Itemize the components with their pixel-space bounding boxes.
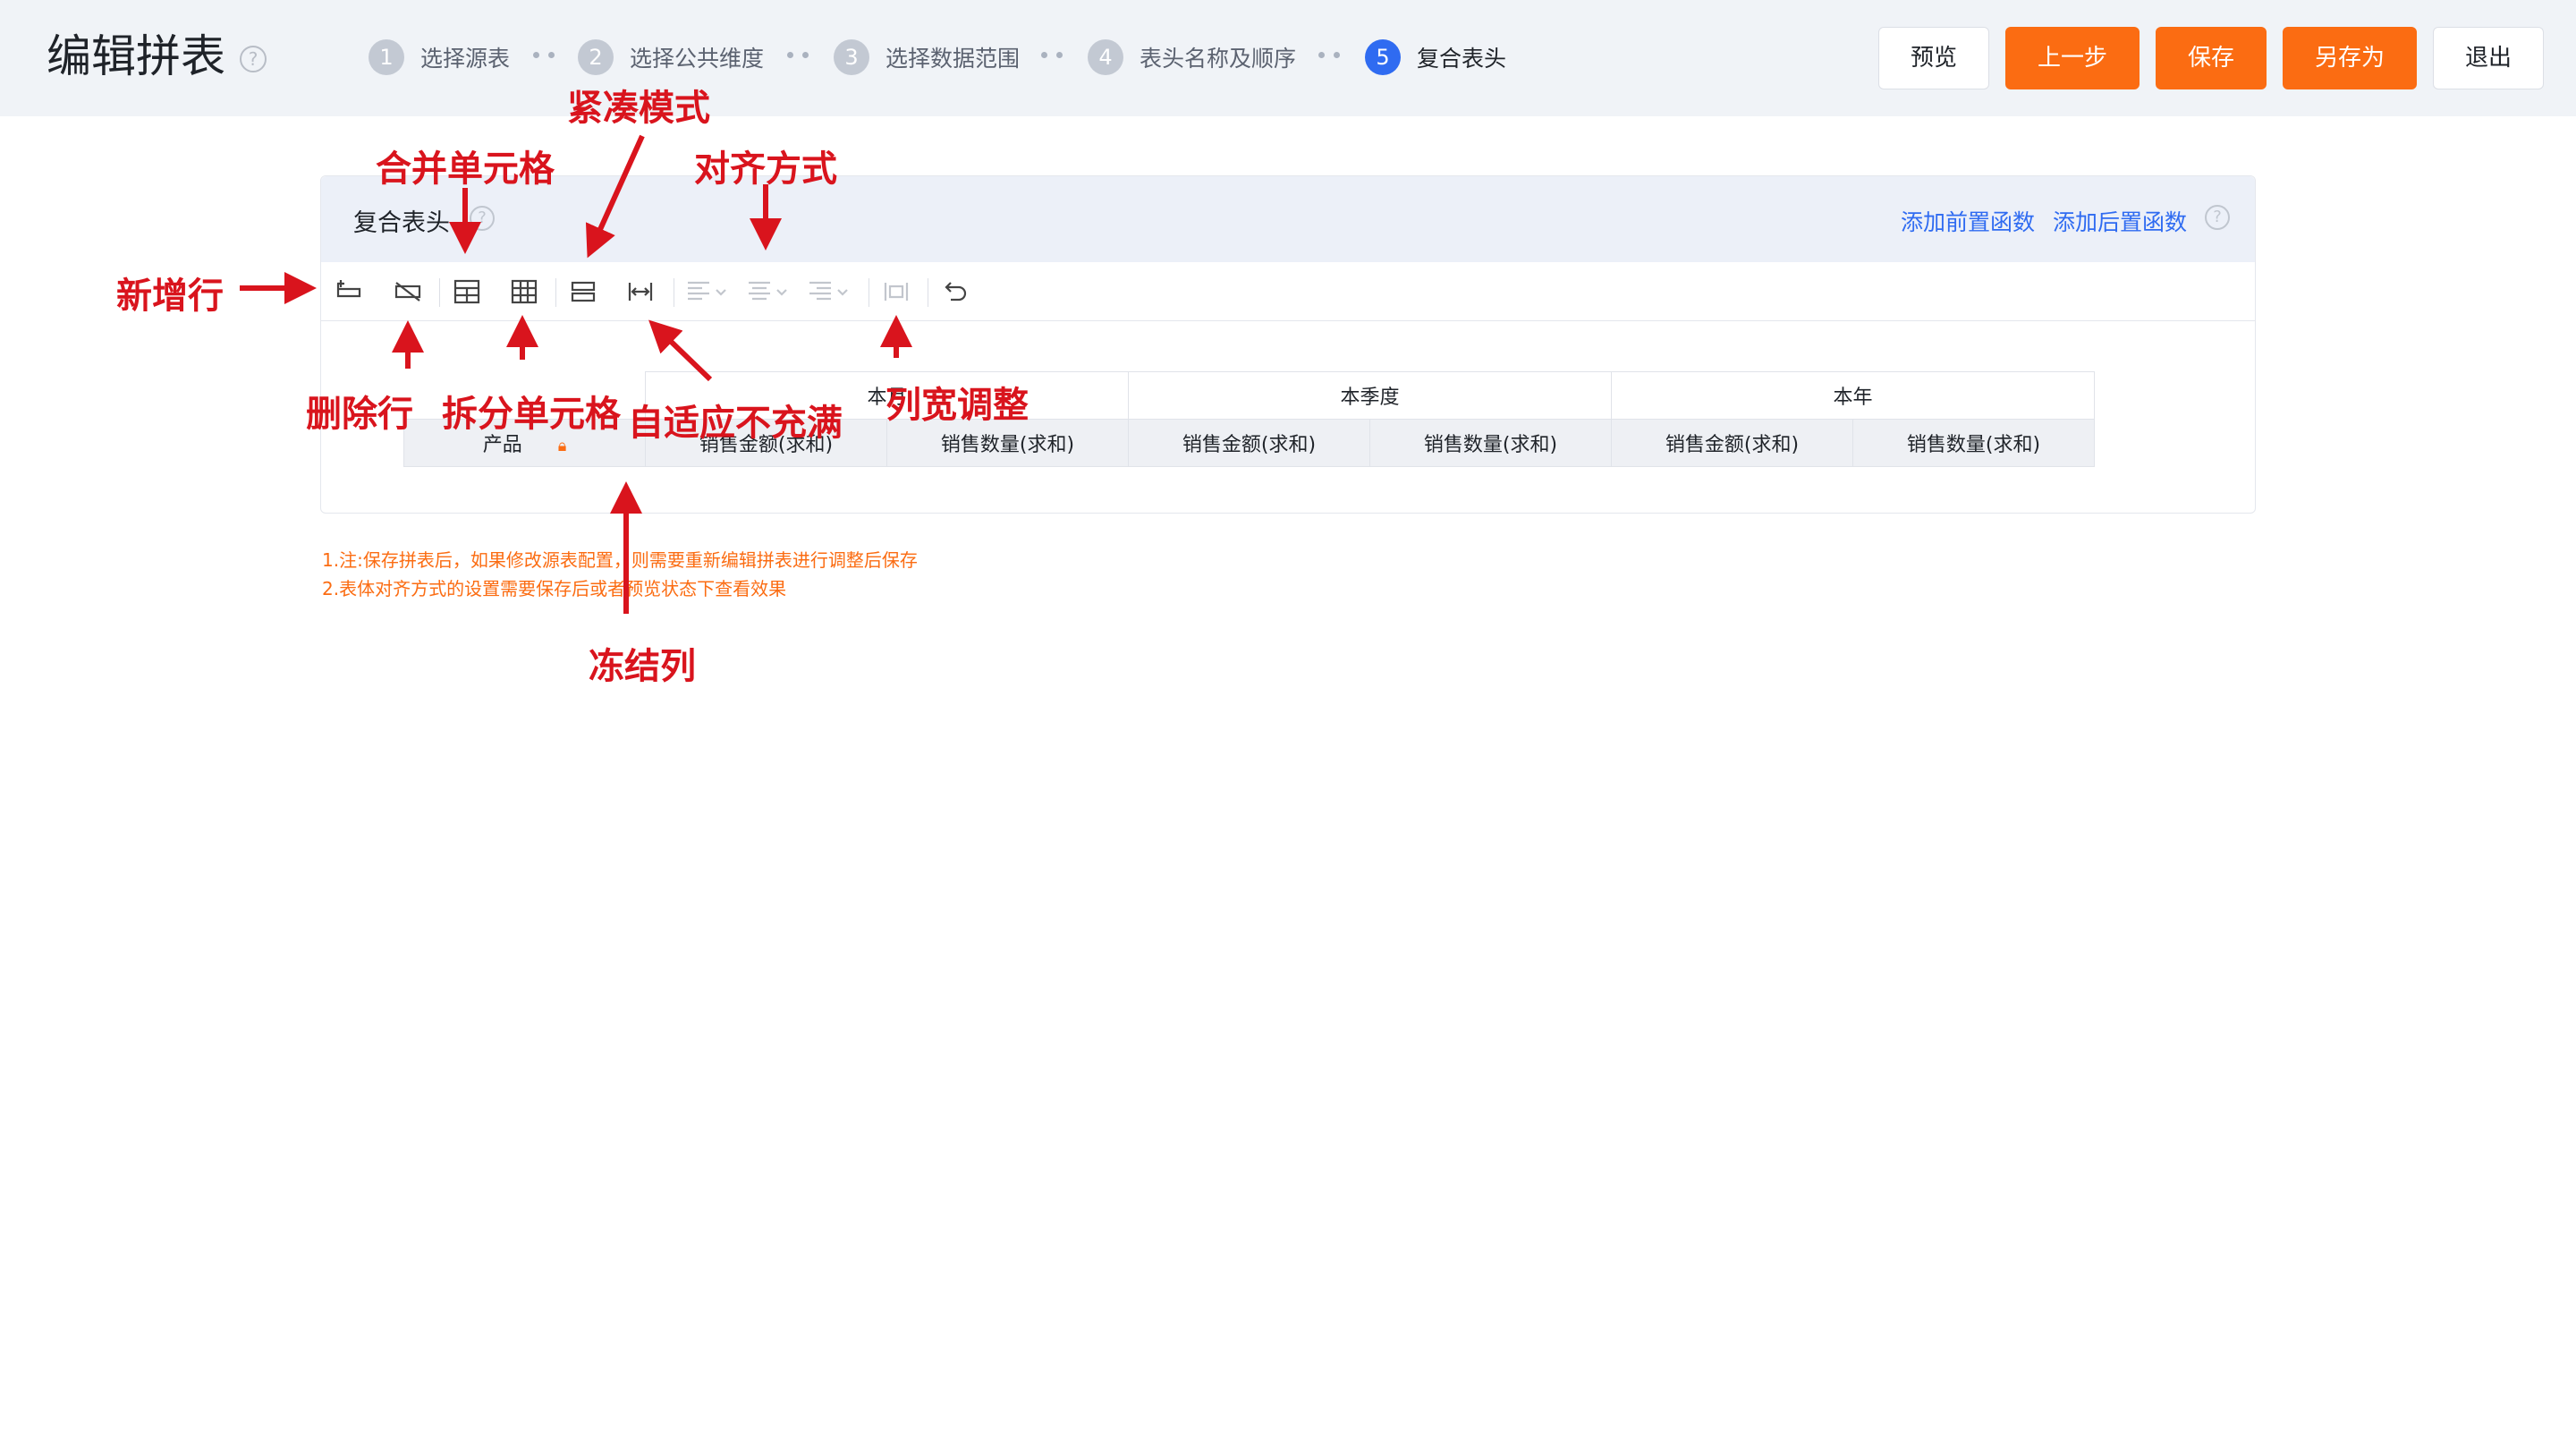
annotation-align: 对齐方式 (694, 149, 837, 190)
help-icon[interactable]: ? (240, 46, 267, 72)
toolbar-divider (439, 278, 440, 307)
cell-label: 产品 (482, 434, 522, 456)
annotation-freeze: 冻结列 (589, 646, 696, 687)
exit-button[interactable]: 退出 (2433, 27, 2544, 89)
header-cell[interactable]: 本年 (1611, 371, 2095, 420)
annotation-merge: 合并单元格 (376, 149, 555, 190)
align-right-icon[interactable] (804, 273, 860, 310)
step-number: 4 (1088, 39, 1123, 75)
annotation-delete-row: 删除行 (306, 394, 413, 435)
panel-header: 复合表头 ? 添加前置函数 添加后置函数 ? (321, 176, 2255, 262)
step-label: 复合表头 (1417, 46, 1507, 72)
step-separator (787, 52, 809, 59)
fit-width-icon[interactable] (622, 273, 659, 310)
annotation-split: 拆分单元格 (442, 394, 621, 435)
header-cell[interactable]: 本季度 (1128, 371, 1612, 420)
step-1[interactable]: 1 选择源表 (369, 39, 510, 75)
note-line: 1.注:保存拼表后，如果修改源表配置，则需要重新编辑拼表进行调整后保存 (322, 549, 918, 571)
step-separator (533, 52, 555, 59)
save-as-button[interactable]: 另存为 (2283, 27, 2417, 89)
compact-mode-icon[interactable] (564, 273, 602, 310)
undo-icon[interactable] (936, 273, 974, 310)
page-title: 编辑拼表 (47, 30, 225, 82)
annotation-compact: 紧凑模式 (567, 88, 710, 129)
add-pre-function-link[interactable]: 添加前置函数 (1901, 205, 2035, 237)
prev-step-button[interactable]: 上一步 (2005, 27, 2140, 89)
header-cell[interactable]: 销售数量(求和) (1369, 419, 1612, 467)
step-label: 选择源表 (420, 46, 511, 72)
header-cell[interactable]: 销售数量(求和) (1852, 419, 2095, 467)
top-header: 编辑拼表 ? 1 选择源表 2 选择公共维度 3 选择数据范围 4 表头名称及顺… (0, 0, 2576, 116)
toolbar-divider (555, 278, 556, 307)
step-3[interactable]: 3 选择数据范围 (834, 39, 1020, 75)
note-line: 2.表体对齐方式的设置需要保存后或者预览状态下查看效果 (322, 578, 787, 599)
annotation-adaptive: 自适应不充满 (628, 403, 843, 444)
help-icon[interactable]: ? (2205, 205, 2230, 230)
merge-cells-icon[interactable] (448, 273, 486, 310)
toolbar (321, 262, 2255, 321)
annotation-new-row: 新增行 (116, 276, 224, 317)
align-left-icon[interactable] (682, 273, 738, 310)
panel-title: 复合表头 (353, 209, 450, 237)
add-post-function-link[interactable]: 添加后置函数 (2053, 205, 2187, 237)
column-width-icon[interactable] (877, 273, 915, 310)
step-label: 表头名称及顺序 (1140, 46, 1297, 72)
step-5[interactable]: 5 复合表头 (1365, 39, 1506, 75)
preview-button[interactable]: 预览 (1878, 27, 1989, 89)
header-cell[interactable]: 销售金额(求和) (1611, 419, 1853, 467)
split-cells-icon[interactable] (505, 273, 543, 310)
step-separator (1318, 52, 1340, 59)
composite-header-panel: 复合表头 ? 添加前置函数 添加后置函数 ? 本月 本季度 本年 产品 🔒︎ 销… (320, 175, 2256, 514)
lock-icon[interactable]: 🔒︎ (558, 437, 567, 455)
align-center-icon[interactable] (743, 273, 799, 310)
step-number: 3 (834, 39, 869, 75)
step-label: 选择数据范围 (886, 46, 1021, 72)
save-button[interactable]: 保存 (2156, 27, 2267, 89)
help-icon[interactable]: ? (470, 206, 495, 231)
header-cell[interactable]: 销售金额(求和) (1128, 419, 1370, 467)
step-4[interactable]: 4 表头名称及顺序 (1088, 39, 1296, 75)
notes: 1.注:保存拼表后，如果修改源表配置，则需要重新编辑拼表进行调整后保存 2.表体… (322, 546, 918, 603)
step-number: 2 (578, 39, 614, 75)
delete-row-icon[interactable] (389, 273, 427, 310)
step-2[interactable]: 2 选择公共维度 (578, 39, 764, 75)
annotation-column-width: 列宽调整 (886, 385, 1029, 426)
step-separator (1041, 52, 1063, 59)
step-label: 选择公共维度 (630, 46, 765, 72)
add-row-icon[interactable] (330, 273, 368, 310)
step-number: 5 (1365, 39, 1401, 75)
step-number: 1 (369, 39, 404, 75)
